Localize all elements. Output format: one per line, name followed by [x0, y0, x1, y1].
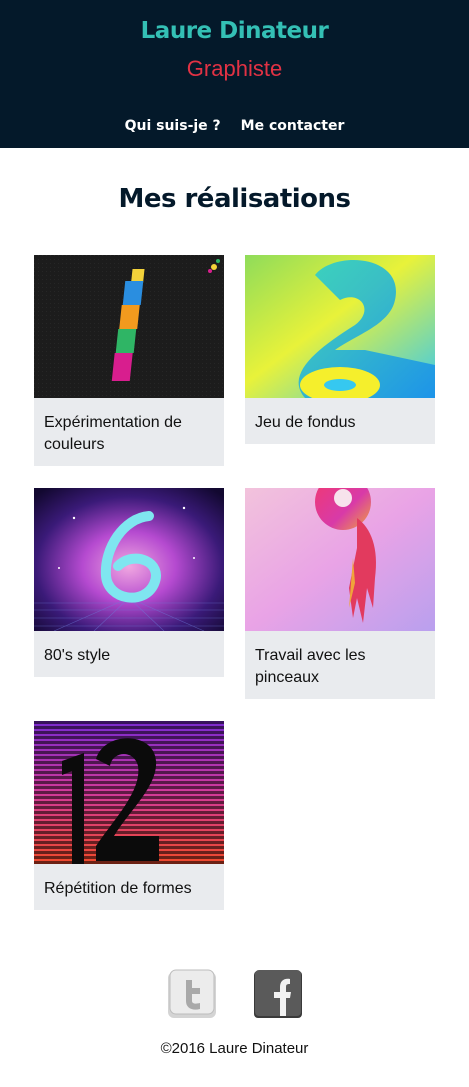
project-caption: Jeu de fondus [255, 414, 356, 431]
site-name: Laure Dinateur [140, 18, 329, 44]
project-caption: 80's style [44, 647, 111, 664]
project-caption: Répétition de formes [44, 880, 192, 897]
main-nav: Qui suis-je ? Me contacter [0, 118, 469, 134]
project-card[interactable]: Travail avec les pinceaux [245, 488, 435, 699]
project-card[interactable]: Expérimentation de couleurs [34, 255, 224, 466]
project-card[interactable]: 80's style [34, 488, 224, 677]
project-thumbnail-5[interactable] [34, 721, 224, 864]
twitter-icon[interactable] [166, 968, 218, 1020]
project-thumbnail-2[interactable] [245, 255, 435, 398]
project-thumbnail-1[interactable] [34, 255, 224, 398]
nav-contact-link[interactable]: Me contacter [241, 118, 345, 134]
copyright: ©2016 Laure Dinateur [160, 1040, 309, 1057]
site-header: Laure Dinateur Graphiste Qui suis-je ? M… [0, 0, 469, 148]
project-card[interactable]: Jeu de fondus [245, 255, 435, 444]
facebook-icon[interactable] [252, 968, 304, 1020]
social-links [0, 968, 469, 1020]
project-thumbnail-4[interactable] [245, 488, 435, 631]
project-caption: Expérimentation de couleurs [44, 414, 182, 453]
nav-about-link[interactable]: Qui suis-je ? [125, 118, 221, 134]
project-caption: Travail avec les pinceaux [255, 647, 366, 686]
page-title: Mes réalisations [118, 184, 351, 214]
site-footer: ©2016 Laure Dinateur [0, 968, 469, 1057]
site-role: Graphiste [186, 56, 283, 81]
project-thumbnail-3[interactable] [34, 488, 224, 631]
project-card[interactable]: Répétition de formes [34, 721, 224, 910]
